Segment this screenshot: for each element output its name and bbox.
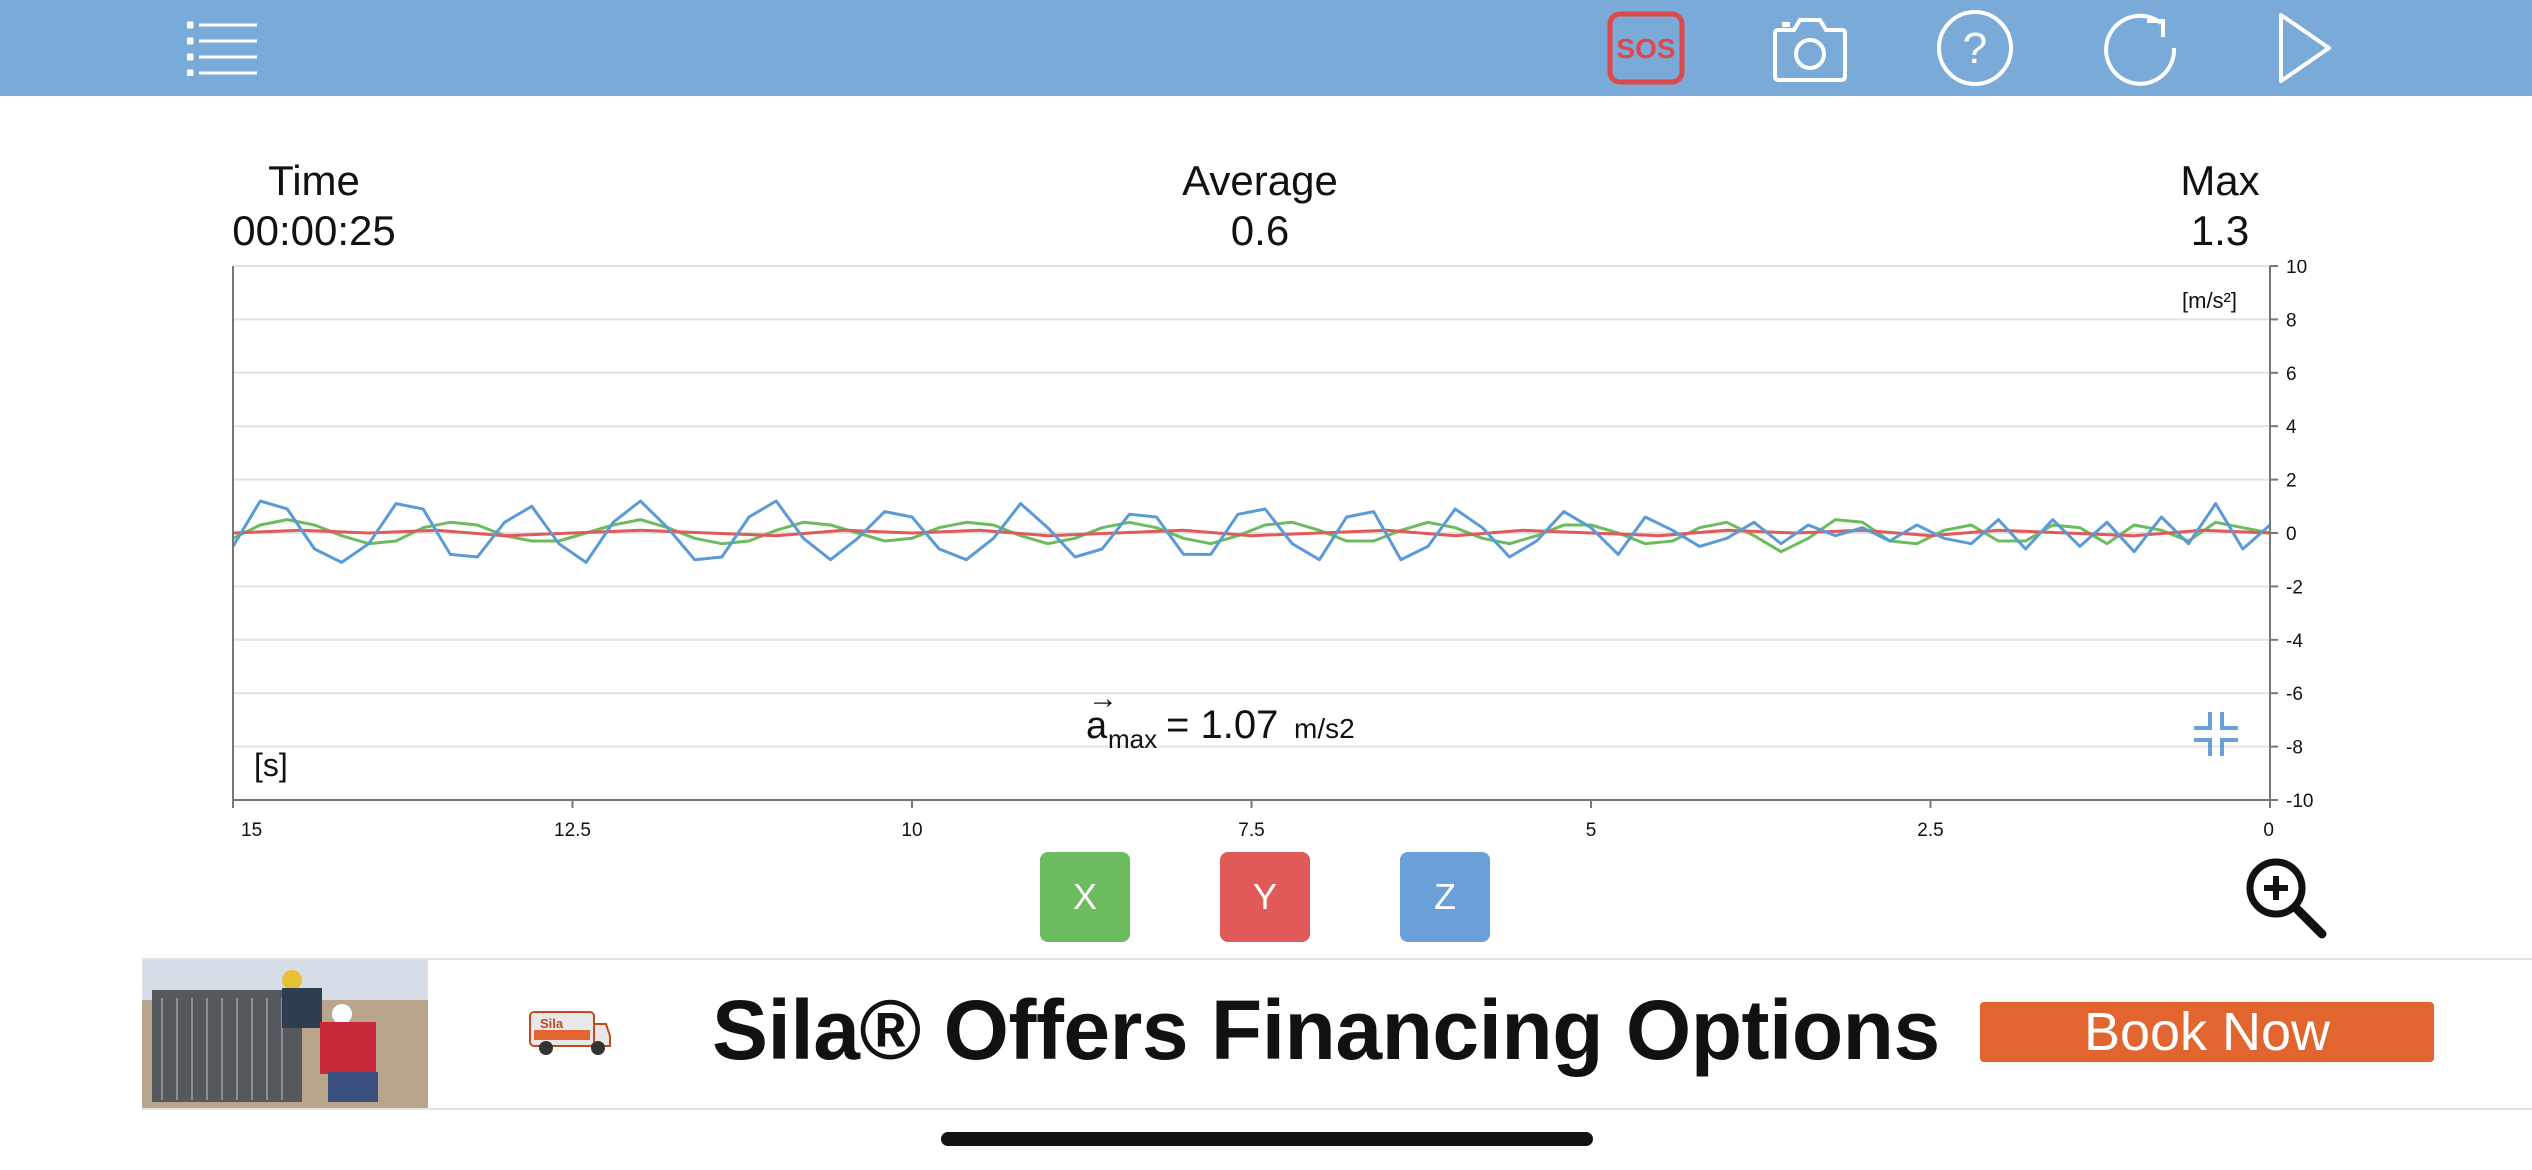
y-tick-label: -8 bbox=[2286, 738, 2303, 759]
y-tick-label: -4 bbox=[2286, 631, 2303, 652]
sos-label: SOS bbox=[1616, 33, 1675, 64]
zoom-in-icon[interactable] bbox=[2240, 852, 2330, 942]
x-tick-label: 15 bbox=[241, 820, 262, 841]
help-label: ? bbox=[1963, 24, 1987, 73]
time-stat: Time 00:00:25 bbox=[214, 156, 414, 256]
amax-value: = 1.07 bbox=[1166, 703, 1278, 747]
z-axis-button[interactable]: Z bbox=[1400, 852, 1490, 942]
list-menu-icon[interactable] bbox=[182, 8, 262, 88]
ad-van-logo: Sila bbox=[526, 1002, 612, 1060]
ad-headline: Sila® Offers Financing Options bbox=[712, 983, 1940, 1077]
y-tick-label: 4 bbox=[2286, 417, 2297, 438]
max-value: 1.3 bbox=[2190, 207, 2250, 254]
ad-banner[interactable]: Sila Sila® Offers Financing Options Book… bbox=[142, 958, 2532, 1110]
unit-label: [m/s²] bbox=[2182, 288, 2237, 313]
y-tick-label: 0 bbox=[2286, 524, 2297, 545]
amax-unit: m/s2 bbox=[1294, 713, 1355, 744]
top-toolbar: SOS ? bbox=[0, 0, 2532, 96]
y-tick-label: 10 bbox=[2286, 260, 2307, 278]
y-axis-button[interactable]: Y bbox=[1220, 852, 1310, 942]
home-indicator[interactable] bbox=[941, 1132, 1593, 1146]
refresh-icon[interactable] bbox=[2100, 8, 2180, 88]
help-icon[interactable]: ? bbox=[1935, 8, 2015, 88]
x-tick-label: 10 bbox=[901, 820, 922, 841]
average-label: Average bbox=[1182, 157, 1338, 204]
time-label: Time bbox=[268, 157, 360, 204]
camera-icon[interactable] bbox=[1770, 8, 1850, 88]
max-label: Max bbox=[2180, 157, 2260, 204]
x-tick-label: 5 bbox=[1586, 820, 1597, 841]
amax-subscript: max bbox=[1108, 724, 1157, 754]
max-stat: Max 1.3 bbox=[2120, 156, 2320, 256]
acceleration-chart: 10 8 6 4 2 0 -2 -4 -6 -8 -10 15 12.5 10 7.5 5 2.5 0 [m/s²… bbox=[231, 260, 2313, 841]
play-icon[interactable] bbox=[2265, 8, 2345, 88]
average-stat: Average 0.6 bbox=[1160, 156, 1360, 256]
y-tick-label: 6 bbox=[2286, 364, 2297, 385]
average-value: 0.6 bbox=[1230, 207, 1290, 254]
x-axis-unit-label: [s] bbox=[254, 747, 288, 783]
y-tick-label: -6 bbox=[2286, 684, 2303, 705]
y-tick-label: -10 bbox=[2286, 791, 2313, 812]
ad-van-text: Sila bbox=[540, 1016, 564, 1031]
x-tick-label: 0 bbox=[2263, 820, 2274, 841]
y-tick-label: -2 bbox=[2286, 577, 2303, 598]
sos-button[interactable]: SOS bbox=[1606, 8, 1686, 88]
book-now-button[interactable]: Book Now bbox=[1980, 1002, 2434, 1062]
x-axis-button[interactable]: X bbox=[1040, 852, 1130, 942]
amax-symbol: a bbox=[1086, 705, 1108, 747]
x-tick-label: 2.5 bbox=[1917, 820, 1943, 841]
time-value: 00:00:25 bbox=[232, 207, 396, 254]
x-tick-label: 12.5 bbox=[554, 820, 591, 841]
x-tick-label: 7.5 bbox=[1238, 820, 1264, 841]
ad-photo bbox=[142, 960, 428, 1108]
y-tick-label: 8 bbox=[2286, 310, 2297, 331]
y-tick-label: 2 bbox=[2286, 471, 2297, 492]
